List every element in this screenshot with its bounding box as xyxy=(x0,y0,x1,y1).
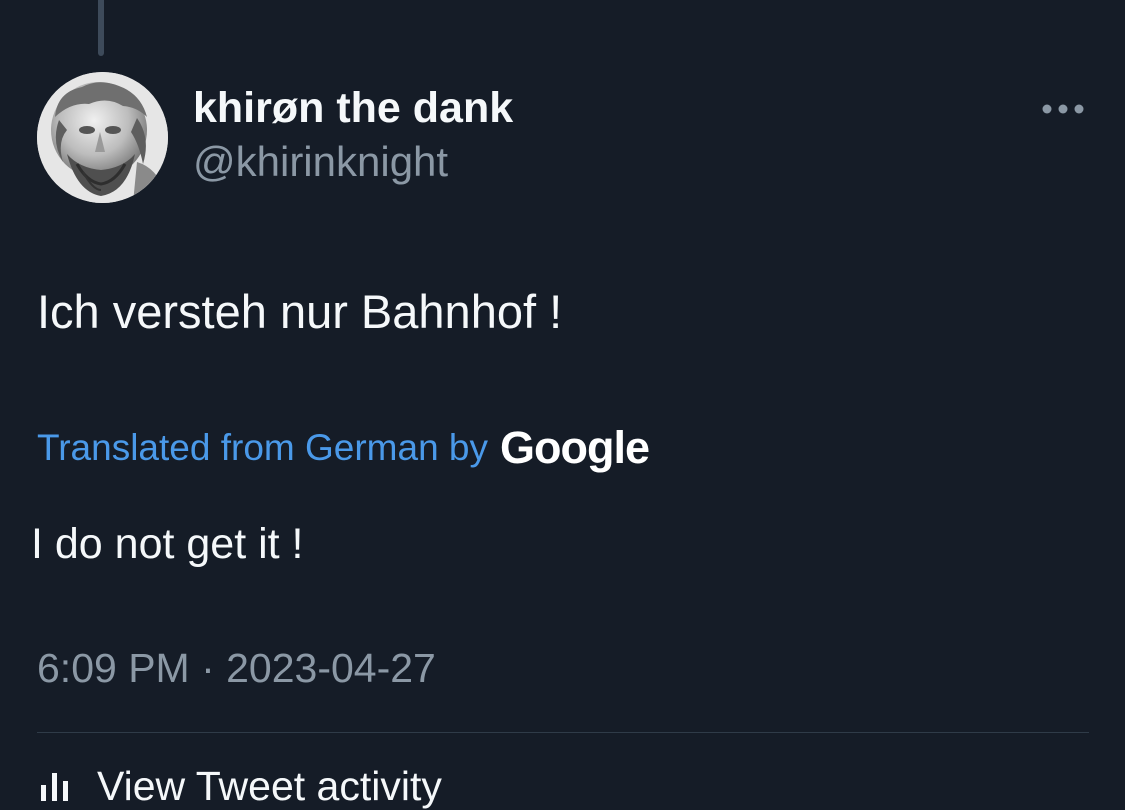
bar-chart-icon xyxy=(41,772,68,801)
view-tweet-activity-label: View Tweet activity xyxy=(97,763,442,809)
translation-notice-link[interactable]: Translated from German by xyxy=(37,427,488,469)
avatar-statue-image xyxy=(37,72,168,203)
more-options-button[interactable] xyxy=(1038,94,1088,124)
more-horizontal-icon xyxy=(1042,104,1084,114)
divider xyxy=(37,732,1089,733)
author-display-name[interactable]: khirøn the dank xyxy=(193,84,513,133)
author-handle[interactable]: @khirinknight xyxy=(193,138,448,186)
view-tweet-activity-link[interactable]: View Tweet activity xyxy=(37,763,442,810)
tweet-text: Ich versteh nur Bahnhof ! xyxy=(37,285,563,338)
tweet-timestamp[interactable]: 6:09 PM · 2023-04-27 xyxy=(37,645,436,692)
translation-notice: Translated from German by Google xyxy=(37,420,650,476)
avatar[interactable] xyxy=(37,72,168,203)
thread-connector-line xyxy=(98,0,104,56)
translated-text: I do not get it ! xyxy=(31,520,304,568)
google-logo: Google xyxy=(500,422,650,473)
